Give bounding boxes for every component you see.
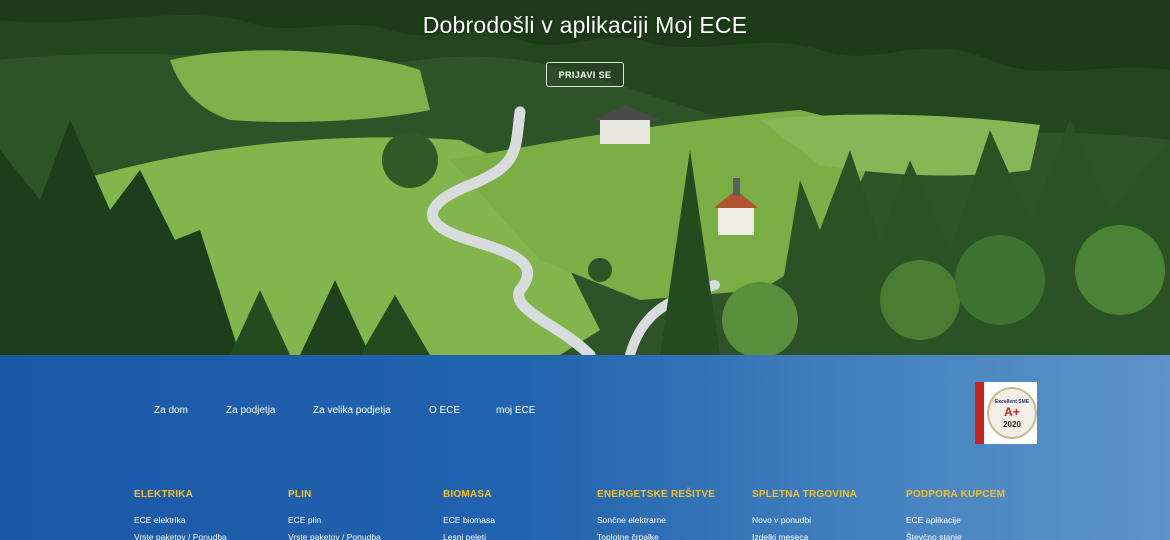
footer-column-podpora-kupcem: PODPORA KUPCEM ECE aplikacije Števčno st… xyxy=(906,489,1005,540)
footer-column-energetske-resitve: ENERGETSKE REŠITVE Sončne elektrarne Top… xyxy=(597,489,715,540)
site-footer: Za dom Za podjetja Za velika podjetja O … xyxy=(0,355,1170,540)
column-link[interactable]: Izdelki meseca xyxy=(752,532,857,540)
column-heading: PODPORA KUPCEM xyxy=(906,489,1006,500)
column-link[interactable]: Lesni peleti xyxy=(443,532,495,540)
landscape-photo xyxy=(0,0,1170,355)
column-link[interactable]: Števčno stanje xyxy=(906,532,1005,540)
hero-title: Dobrodošli v aplikaciji Moj ECE xyxy=(422,12,748,38)
badge-year: 2020 xyxy=(1003,420,1021,429)
column-heading: ELEKTRIKA xyxy=(134,489,194,500)
login-button[interactable]: PRIJAVI SE xyxy=(546,62,624,87)
badge-red-stripe xyxy=(975,382,984,444)
column-link[interactable]: Vrste paketov / Ponudba xyxy=(288,532,381,540)
column-link[interactable]: ECE plin xyxy=(288,515,381,525)
footer-column-spletna-trgovina: SPLETNA TRGOVINA Novo v ponudbi Izdelki … xyxy=(752,489,857,540)
column-link[interactable]: ECE biomasa xyxy=(443,515,495,525)
nav-link-za-velika-podjetja[interactable]: Za velika podjetja xyxy=(313,405,391,416)
column-heading: PLIN xyxy=(288,489,312,500)
column-heading: ENERGETSKE REŠITVE xyxy=(597,489,716,500)
column-link[interactable]: Sončne elektrarne xyxy=(597,515,715,525)
footer-column-biomasa: BIOMASA ECE biomasa Lesni peleti xyxy=(443,489,495,540)
column-heading: SPLETNA TRGOVINA xyxy=(752,489,858,500)
nav-link-moj-ece[interactable]: moj ECE xyxy=(496,405,535,416)
column-heading: BIOMASA xyxy=(443,489,492,500)
column-link[interactable]: Toplotne črpalke xyxy=(597,532,715,540)
footer-column-plin: PLIN ECE plin Vrste paketov / Ponudba xyxy=(288,489,381,540)
nav-link-za-dom[interactable]: Za dom xyxy=(154,405,188,416)
badge-grade: A+ xyxy=(1004,405,1020,419)
column-link[interactable]: Vrste paketov / Ponudba xyxy=(134,532,227,540)
nav-link-za-podjetja[interactable]: Za podjetja xyxy=(226,405,275,416)
column-link[interactable]: ECE elektrika xyxy=(134,515,227,525)
hero-banner: Dobrodošli v aplikaciji Moj ECE PRIJAVI … xyxy=(0,0,1170,355)
badge-seal-icon: Excellent SME A+ 2020 xyxy=(987,387,1037,439)
column-link[interactable]: Novo v ponudbi xyxy=(752,515,857,525)
column-link[interactable]: ECE aplikacije xyxy=(906,515,1005,525)
certificate-badge: Excellent SME A+ 2020 xyxy=(975,382,1037,444)
footer-column-elektrika: ELEKTRIKA ECE elektrika Vrste paketov / … xyxy=(134,489,227,540)
nav-link-o-ece[interactable]: O ECE xyxy=(429,405,460,416)
